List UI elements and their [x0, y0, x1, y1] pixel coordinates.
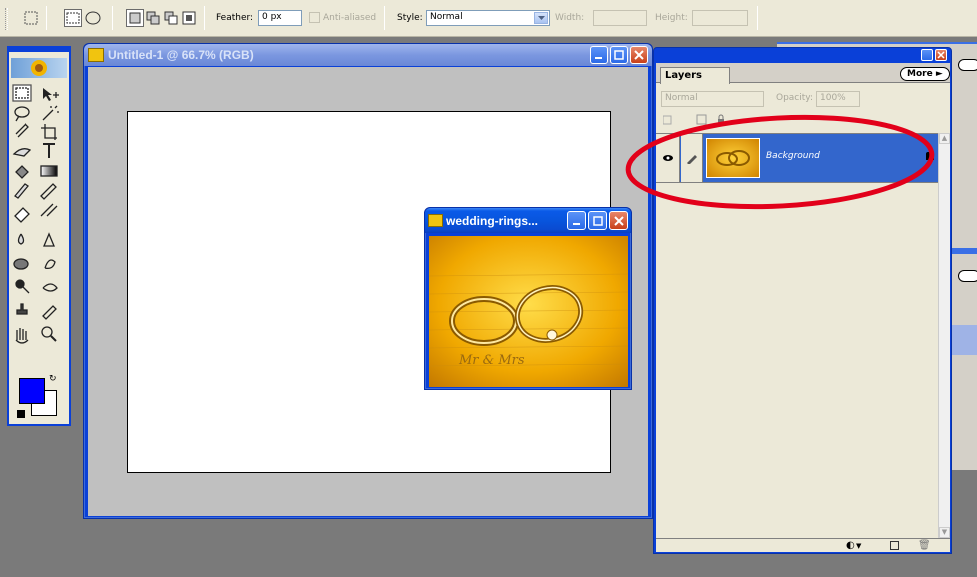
maximize-button[interactable] — [610, 46, 628, 64]
toolbox: ↻ — [7, 46, 71, 426]
layers-palette-titlebar[interactable] — [654, 48, 951, 62]
scroll-down-icon[interactable]: ▼ — [939, 527, 950, 538]
close-button[interactable] — [630, 46, 648, 64]
layers-bottom-bar: ◐ ▼ 🗑 — [656, 538, 950, 552]
divider — [204, 6, 205, 30]
image-titlebar[interactable]: wedding-rings... — [425, 208, 631, 233]
more-button-label: More — [907, 69, 933, 79]
feather-label: Feather: — [216, 13, 254, 23]
tab-layers-label: Layers — [665, 70, 702, 81]
width-label: Width: — [555, 13, 585, 23]
blend-mode-select[interactable]: Normal — [661, 91, 764, 107]
options-bar-grip[interactable] — [5, 8, 8, 30]
palette-minimize-button[interactable] — [921, 49, 933, 61]
antialias-label: Anti-aliased — [323, 13, 377, 23]
foreground-color-swatch[interactable] — [19, 378, 45, 404]
dropdown-triangle-icon: ▼ — [856, 542, 862, 550]
minimize-button[interactable] — [567, 211, 586, 230]
sunflower-icon — [31, 60, 47, 76]
new-selection-icon[interactable] — [126, 9, 144, 27]
swap-colors-icon[interactable]: ↻ — [49, 374, 57, 384]
tab-layers[interactable]: Layers — [660, 67, 730, 84]
marquee-preset-icon[interactable] — [22, 9, 40, 27]
document-titlebar[interactable]: Untitled-1 @ 66.7% (RGB) — [84, 44, 652, 66]
blend-mode-value: Normal — [665, 93, 698, 103]
document-title: Untitled-1 @ 66.7% (RGB) — [108, 48, 254, 62]
style-select[interactable]: Normal — [426, 10, 550, 26]
divider — [46, 6, 47, 30]
height-input[interactable] — [692, 10, 748, 26]
engraving-text: Mr & Mrs — [458, 353, 525, 368]
divider — [112, 6, 113, 30]
subtract-selection-icon[interactable] — [162, 9, 180, 27]
height-label: Height: — [655, 13, 688, 23]
wedding-rings-photo: Mr & Mrs — [429, 236, 628, 387]
palette-selection — [952, 325, 977, 355]
background-palette-edge — [950, 55, 977, 470]
opacity-input[interactable]: 100% — [816, 91, 860, 107]
rect-marquee-icon[interactable] — [64, 9, 82, 27]
red-annotation-ellipse — [625, 114, 935, 210]
intersect-selection-icon[interactable] — [180, 9, 198, 27]
new-layer-icon[interactable] — [890, 541, 899, 550]
chevron-down-icon[interactable] — [534, 12, 548, 24]
options-bar: Feather: 0 px Anti-aliased Style: Normal… — [0, 0, 977, 37]
image-window: wedding-rings... Mr & Mrs — [424, 207, 632, 390]
palette-more-button[interactable] — [958, 59, 977, 71]
elliptical-marquee-icon[interactable] — [84, 9, 102, 27]
palette-title — [952, 248, 977, 254]
feather-input[interactable]: 0 px — [258, 10, 302, 26]
palette-close-button[interactable] — [935, 49, 947, 61]
divider — [384, 6, 385, 30]
minimize-button[interactable] — [590, 46, 608, 64]
adjustment-layer-icon[interactable]: ◐ — [846, 540, 855, 551]
palette-more-button[interactable] — [958, 270, 977, 282]
opacity-label: Opacity: — [776, 93, 813, 103]
antialias-checkbox[interactable] — [309, 12, 320, 23]
style-label: Style: — [397, 13, 423, 23]
play-icon: ► — [935, 69, 943, 79]
image-title: wedding-rings... — [446, 213, 538, 228]
toolbox-header[interactable] — [11, 58, 67, 78]
tool-icons[interactable] — [11, 82, 67, 392]
trash-icon[interactable]: 🗑 — [918, 540, 931, 551]
divider — [757, 6, 758, 30]
document-icon — [428, 214, 443, 227]
more-button[interactable]: More ► — [900, 67, 950, 81]
default-colors-icon[interactable] — [17, 410, 25, 418]
style-select-value: Normal — [430, 12, 463, 22]
maximize-button[interactable] — [588, 211, 607, 230]
width-input[interactable] — [593, 10, 647, 26]
add-selection-icon[interactable] — [144, 9, 162, 27]
document-icon — [88, 48, 104, 62]
